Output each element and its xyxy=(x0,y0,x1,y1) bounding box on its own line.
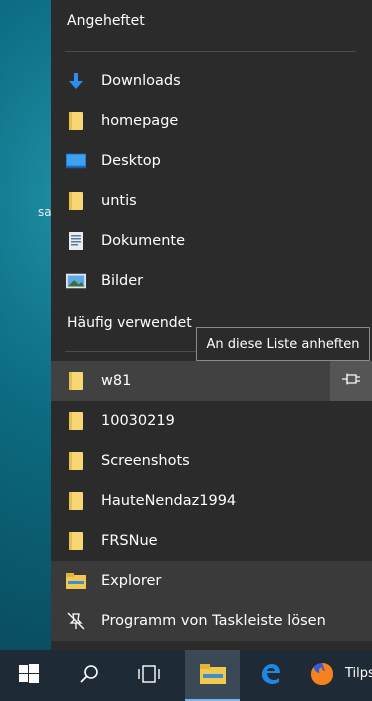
pin-tooltip: An diese Liste anheften xyxy=(196,327,370,361)
pin-to-list-button[interactable] xyxy=(330,361,372,401)
unpin-from-taskbar-action[interactable]: Programm von Taskleiste lösen xyxy=(51,601,372,641)
item-label: Dokumente xyxy=(101,233,186,249)
file-explorer-icon xyxy=(199,663,226,689)
firefox-window-title: Tilps xyxy=(345,666,372,681)
item-label: HauteNendaz1994 xyxy=(101,493,237,509)
item-label: Programm von Taskleiste lösen xyxy=(101,613,326,629)
item-label: homepage xyxy=(101,113,179,129)
pinned-item-homepage[interactable]: homepage xyxy=(51,101,372,141)
frequent-item-screenshots[interactable]: Screenshots xyxy=(51,441,372,481)
desktop-icon-label: sa xyxy=(38,205,52,219)
item-label: FRSNue xyxy=(101,533,158,549)
file-explorer-taskbar-button[interactable] xyxy=(185,650,240,701)
divider xyxy=(65,51,356,52)
folder-icon xyxy=(66,491,86,511)
pinned-header: Angeheftet xyxy=(67,13,145,29)
pinned-item-downloads[interactable]: Downloads xyxy=(51,61,372,101)
folder-icon xyxy=(66,531,86,551)
pin-icon xyxy=(341,373,361,389)
start-button[interactable] xyxy=(6,650,52,701)
item-label: Downloads xyxy=(101,73,181,89)
downloads-icon xyxy=(66,71,86,91)
firefox-taskbar-button[interactable] xyxy=(300,650,344,701)
pinned-item-untis[interactable]: untis xyxy=(51,181,372,221)
frequent-item-10030219[interactable]: 10030219 xyxy=(51,401,372,441)
jump-list-menu: Angeheftet Downloads homepage Desktop un… xyxy=(51,0,372,650)
folder-icon xyxy=(66,111,86,131)
pictures-icon xyxy=(66,271,86,291)
item-label: Explorer xyxy=(101,573,162,589)
item-label: Desktop xyxy=(101,153,161,169)
folder-icon xyxy=(66,411,86,431)
edge-icon xyxy=(258,662,282,690)
pinned-item-desktop[interactable]: Desktop xyxy=(51,141,372,181)
desktop-icon xyxy=(66,151,86,171)
task-view-button[interactable] xyxy=(126,650,172,701)
file-explorer-icon xyxy=(66,571,86,591)
task-view-icon xyxy=(137,664,161,688)
folder-icon xyxy=(66,191,86,211)
frequent-item-hautenendaz1994[interactable]: HauteNendaz1994 xyxy=(51,481,372,521)
edge-taskbar-button[interactable] xyxy=(246,650,294,701)
firefox-icon xyxy=(309,661,335,691)
documents-icon xyxy=(66,231,86,251)
item-label: Bilder xyxy=(101,273,144,289)
folder-icon xyxy=(66,371,86,391)
search-button[interactable] xyxy=(66,650,112,701)
frequent-item-w81[interactable]: w81 xyxy=(51,361,372,401)
open-explorer-action[interactable]: Explorer xyxy=(51,561,372,601)
frequent-header: Häufig verwendet xyxy=(67,315,192,331)
pinned-item-bilder[interactable]: Bilder xyxy=(51,261,372,301)
folder-icon xyxy=(66,451,86,471)
unpin-icon xyxy=(66,611,86,631)
pinned-item-dokumente[interactable]: Dokumente xyxy=(51,221,372,261)
search-icon xyxy=(79,664,99,688)
item-label: 10030219 xyxy=(101,413,175,429)
item-label: w81 xyxy=(101,373,132,389)
taskbar: Tilps xyxy=(0,650,372,701)
start-icon xyxy=(19,663,39,688)
frequent-item-frsnue[interactable]: FRSNue xyxy=(51,521,372,561)
item-label: Screenshots xyxy=(101,453,190,469)
item-label: untis xyxy=(101,193,137,209)
